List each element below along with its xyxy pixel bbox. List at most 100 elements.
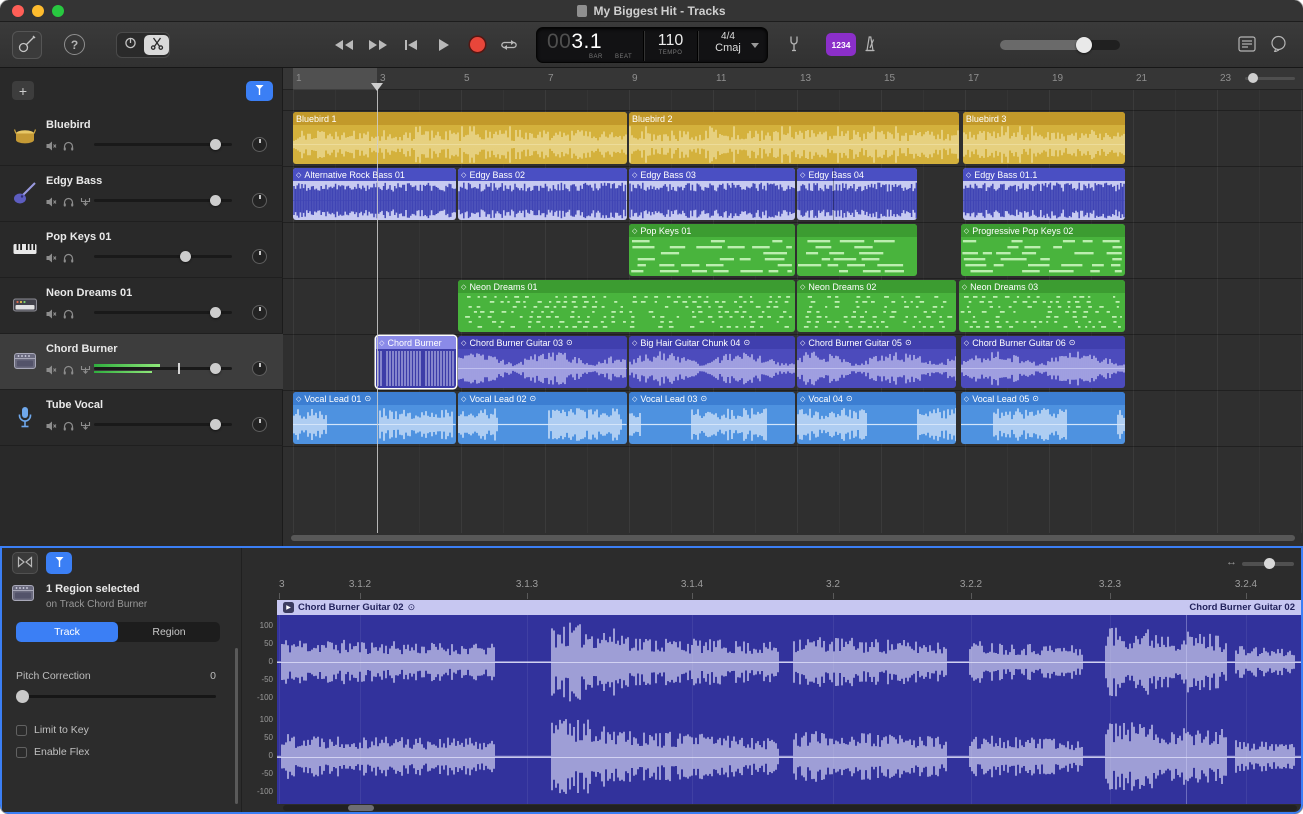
pan-knob[interactable] <box>252 417 267 432</box>
catch-playhead-button[interactable] <box>246 81 273 101</box>
editor-scrollbar-thumb[interactable] <box>348 805 374 811</box>
mute-icon[interactable] <box>46 250 57 268</box>
tab-region[interactable]: Region <box>118 622 220 642</box>
quick-help-button[interactable] <box>1270 35 1287 55</box>
editors-button[interactable] <box>144 35 169 55</box>
notepad-button[interactable] <box>1238 36 1256 55</box>
solo-icon[interactable] <box>63 362 74 380</box>
cycle-button[interactable] <box>500 39 518 54</box>
input-monitor-icon[interactable] <box>80 362 91 380</box>
volume-thumb[interactable] <box>210 139 221 150</box>
pitch-correction-thumb[interactable] <box>16 690 29 703</box>
solo-icon[interactable] <box>63 194 74 212</box>
play-button[interactable] <box>438 38 450 55</box>
region[interactable]: ◇Vocal Lead 03⊙ <box>629 392 795 444</box>
fast-forward-button[interactable] <box>368 39 388 54</box>
mute-icon[interactable] <box>46 418 57 436</box>
solo-icon[interactable] <box>63 418 74 436</box>
mute-icon[interactable] <box>46 138 57 156</box>
region[interactable]: ◇Vocal Lead 02⊙ <box>458 392 627 444</box>
pan-knob[interactable] <box>252 305 267 320</box>
add-track-button[interactable]: + <box>12 81 34 100</box>
pitch-correction-slider[interactable] <box>16 695 216 698</box>
pan-knob[interactable] <box>252 137 267 152</box>
horizontal-scrollbar[interactable] <box>291 535 1295 541</box>
region[interactable]: ◇Edgy Bass 01.1 <box>963 168 1125 220</box>
editor-zoom-thumb[interactable] <box>1264 558 1275 569</box>
track-header[interactable]: Tube Vocal <box>0 390 283 446</box>
region-play-icon[interactable]: ▶ <box>283 602 294 613</box>
library-button[interactable] <box>12 31 42 59</box>
master-volume-thumb[interactable] <box>1076 37 1092 53</box>
volume-thumb[interactable] <box>210 307 221 318</box>
master-volume-slider[interactable] <box>1000 40 1120 50</box>
region[interactable]: ◇Big Hair Guitar Chunk 04⊙ <box>629 336 795 388</box>
region[interactable]: ◇Neon Dreams 01 <box>458 280 795 332</box>
region[interactable]: ◇Progressive Pop Keys 02 <box>961 224 1125 276</box>
region[interactable]: ◇Chord Burner <box>376 336 456 388</box>
region[interactable]: ◇Alternative Rock Bass 01 <box>293 168 456 220</box>
pan-knob[interactable] <box>252 193 267 208</box>
input-monitor-icon[interactable] <box>80 194 91 212</box>
region[interactable]: Bluebird 1 <box>293 112 627 164</box>
volume-thumb[interactable] <box>210 419 221 430</box>
track-header[interactable]: Neon Dreams 01 <box>0 278 283 334</box>
input-monitor-icon[interactable] <box>80 418 91 436</box>
region[interactable]: ◇Pop Keys 01 <box>629 224 795 276</box>
timeline-ruler[interactable]: 1357911131517192123 <box>283 68 1303 90</box>
smart-controls-button[interactable] <box>117 33 144 57</box>
solo-icon[interactable] <box>63 306 74 324</box>
region[interactable]: Bluebird 3 <box>963 112 1125 164</box>
limit-to-key-checkbox[interactable] <box>16 725 27 736</box>
pan-knob[interactable] <box>252 249 267 264</box>
help-button[interactable]: ? <box>64 34 85 55</box>
count-in-button[interactable]: 1234 <box>826 33 856 56</box>
chevron-down-icon[interactable] <box>751 43 759 48</box>
volume-thumb[interactable] <box>210 363 221 374</box>
region[interactable]: ◇Vocal Lead 05⊙ <box>961 392 1125 444</box>
track-header[interactable]: Bluebird <box>0 110 283 166</box>
playhead-handle[interactable] <box>371 83 383 91</box>
volume-thumb[interactable] <box>210 195 221 206</box>
flex-button[interactable] <box>12 552 38 574</box>
tuning-fork-button[interactable] <box>788 35 800 55</box>
timeline-zoom-thumb[interactable] <box>1248 73 1258 83</box>
mute-icon[interactable] <box>46 194 57 212</box>
region[interactable]: ◇Neon Dreams 02 <box>797 280 956 332</box>
rewind-button[interactable] <box>334 39 354 54</box>
track-header[interactable]: Edgy Bass <box>0 166 283 222</box>
mute-icon[interactable] <box>46 306 57 324</box>
enable-flex-checkbox[interactable] <box>16 747 27 758</box>
region[interactable]: ◇Vocal 04⊙ <box>797 392 956 444</box>
editor-waveform-area[interactable] <box>277 615 1301 804</box>
track-header[interactable]: Chord Burner <box>0 334 283 390</box>
go-to-beginning-button[interactable] <box>404 39 418 54</box>
catch-playhead-button[interactable] <box>46 552 72 574</box>
region[interactable]: ◇Neon Dreams 03 <box>959 280 1125 332</box>
tab-track[interactable]: Track <box>16 622 118 642</box>
solo-icon[interactable] <box>63 250 74 268</box>
mute-icon[interactable] <box>46 362 57 380</box>
region[interactable]: ◇Edgy Bass 03 <box>629 168 795 220</box>
region[interactable]: ◇Vocal Lead 01⊙ <box>293 392 456 444</box>
tracks-area[interactable]: 1357911131517192123 Bluebird 1Bluebird 2B… <box>283 68 1303 546</box>
region[interactable]: ◇Edgy Bass 04 <box>797 168 917 220</box>
region[interactable]: ◇Chord Burner Guitar 03⊙ <box>458 336 627 388</box>
editor-ruler-tick <box>833 593 834 599</box>
editor-region-titlebar[interactable]: ▶ Chord Burner Guitar 02 ⊙ Chord Burner … <box>277 600 1301 615</box>
region[interactable]: Bluebird 2 <box>629 112 959 164</box>
region[interactable]: ◇Edgy Bass 02 <box>458 168 627 220</box>
region[interactable] <box>797 224 917 276</box>
metronome-button[interactable] <box>862 35 878 55</box>
volume-slider[interactable] <box>94 255 232 258</box>
pan-knob[interactable] <box>252 361 267 376</box>
record-button[interactable] <box>470 37 485 52</box>
region-label: Edgy Bass 02 <box>469 170 525 180</box>
lcd-display[interactable]: 003.1 BAR BEAT 110 TEMPO 4/4 Cmaj <box>536 27 768 63</box>
volume-thumb[interactable] <box>180 251 191 262</box>
region[interactable]: ◇Chord Burner Guitar 06⊙ <box>961 336 1125 388</box>
inspector-scrollbar[interactable] <box>235 648 238 804</box>
track-header[interactable]: Pop Keys 01 <box>0 222 283 278</box>
region[interactable]: ◇Chord Burner Guitar 05⊙ <box>797 336 956 388</box>
solo-icon[interactable] <box>63 138 74 156</box>
